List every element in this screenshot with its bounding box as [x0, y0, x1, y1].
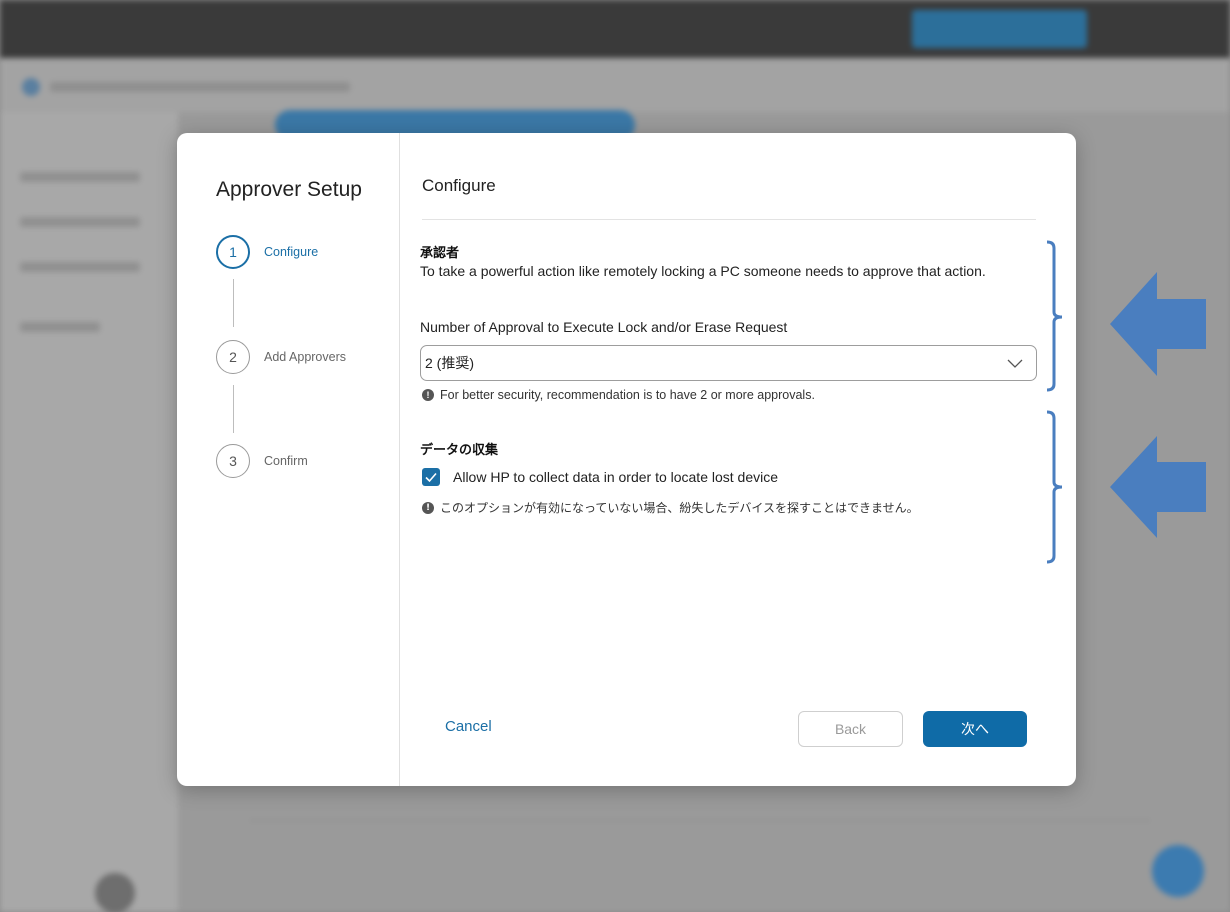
approvers-description: To take a powerful action like remotely … [420, 263, 986, 279]
step-confirm[interactable]: 3 Confirm [216, 444, 308, 478]
background-breadcrumb [50, 82, 350, 92]
step-add-approvers[interactable]: 2 Add Approvers [216, 340, 346, 374]
data-collection-heading: データの収集 [420, 442, 499, 457]
annotation-bracket-data-collection [1046, 410, 1063, 564]
background-sidebar-item [20, 217, 140, 227]
annotation-arrow-data-collection [1110, 436, 1206, 538]
step-connector [233, 385, 234, 433]
background-sidebar [0, 112, 178, 912]
cancel-button[interactable]: Cancel [445, 718, 492, 735]
back-button[interactable]: Back [798, 711, 903, 747]
background-avatar [95, 873, 135, 912]
step-number: 3 [216, 444, 250, 478]
approval-count-value: 2 (推奨) [425, 355, 474, 371]
step-connector [233, 279, 234, 327]
background-fab [1152, 845, 1204, 897]
approver-setup-dialog: Approver Setup 1 Configure 2 Add Approve… [177, 133, 1076, 786]
approvers-info: ! For better security, recommendation is… [422, 388, 815, 402]
background-subbar [0, 58, 1230, 112]
approval-count-select[interactable]: 2 (推奨) [420, 345, 1037, 381]
background-logo-icon [22, 78, 40, 96]
info-icon: ! [422, 389, 434, 401]
panel-title: Configure [422, 176, 496, 195]
step-label: Add Approvers [264, 350, 346, 364]
background-sidebar-item [20, 322, 100, 332]
data-collection-info-text: このオプションが有効になっていない場合、紛失したデバイスを探すことはできません。 [440, 501, 919, 515]
collect-data-label: Allow HP to collect data in order to loc… [453, 469, 779, 485]
step-number: 2 [216, 340, 250, 374]
collect-data-checkbox[interactable] [422, 468, 440, 486]
panel-divider [422, 219, 1036, 220]
dialog-title: Approver Setup [216, 178, 362, 201]
background-divider [250, 820, 1150, 821]
annotation-arrow-approvers [1110, 272, 1206, 376]
approval-count-label: Number of Approval to Execute Lock and/o… [420, 319, 788, 335]
background-sidebar-item [20, 262, 140, 272]
step-label: Confirm [264, 454, 308, 468]
background-topbar-button [912, 10, 1087, 48]
step-number: 1 [216, 235, 250, 269]
chevron-down-icon [1007, 359, 1023, 368]
background-topbar [0, 0, 1230, 58]
info-icon: ! [422, 501, 434, 514]
next-button[interactable]: 次へ [923, 711, 1027, 747]
checkmark-icon [425, 472, 437, 483]
annotation-bracket-approvers [1046, 240, 1063, 392]
approvers-info-text: For better security, recommendation is t… [440, 388, 815, 402]
collect-data-checkbox-row[interactable]: Allow HP to collect data in order to loc… [422, 468, 778, 486]
background-sidebar-item [20, 172, 140, 182]
step-label: Configure [264, 245, 319, 259]
configure-panel: Configure 承認者 To take a powerful action … [401, 133, 1076, 786]
data-collection-info: ! このオプションが有効になっていない場合、紛失したデバイスを探すことはできませ… [422, 499, 919, 516]
approvers-heading: 承認者 [420, 245, 460, 260]
stepper-panel: Approver Setup 1 Configure 2 Add Approve… [177, 133, 400, 786]
step-configure[interactable]: 1 Configure [216, 235, 318, 269]
